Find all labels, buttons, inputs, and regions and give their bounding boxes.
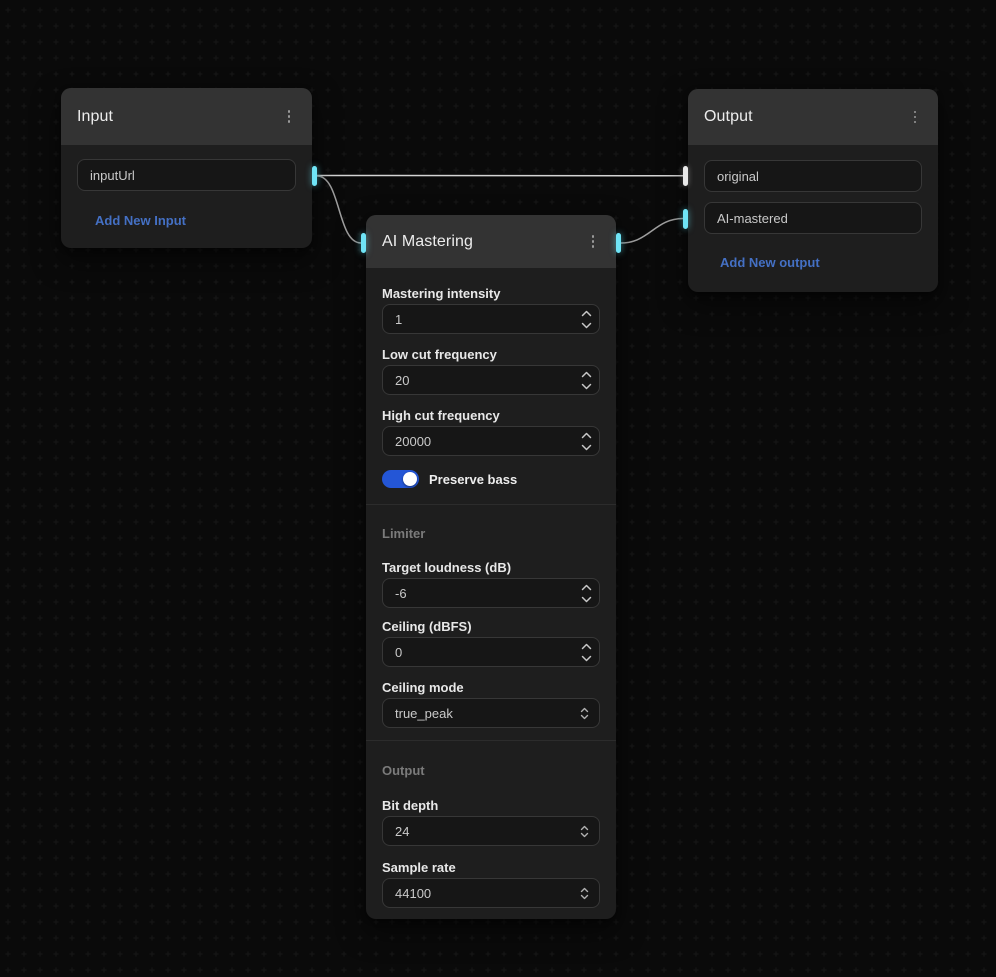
input-node-menu-icon[interactable] (282, 108, 296, 126)
edge-ai-mastering-to-output-mastered[interactable] (621, 219, 683, 244)
high-cut-frequency-label: High cut frequency (382, 408, 600, 424)
ceiling-label: Ceiling (dBFS) (382, 619, 600, 635)
target-loudness-decrement-icon[interactable] (579, 594, 593, 604)
target-loudness-label: Target loudness (dB) (382, 560, 600, 576)
kebab-dot (288, 110, 291, 113)
ai-mastering-input-port[interactable] (361, 233, 366, 253)
preserve-bass-label: Preserve bass (429, 472, 517, 487)
low-cut-decrement-icon[interactable] (579, 381, 593, 391)
output-node-menu-icon[interactable] (908, 108, 922, 126)
output-mastered-field[interactable]: AI-mastered (704, 202, 922, 234)
output-original-value: original (717, 169, 759, 184)
ai-mastering-node-title: AI Mastering (382, 233, 473, 251)
sample-rate-value: 44100 (395, 886, 431, 901)
preserve-bass-toggle[interactable] (382, 470, 419, 488)
ceiling-field[interactable]: 0 (382, 637, 600, 667)
ceiling-mode-select[interactable]: true_peak (382, 698, 600, 728)
section-divider (366, 504, 616, 505)
mastering-intensity-decrement-icon[interactable] (579, 320, 593, 330)
kebab-dot (288, 120, 291, 123)
kebab-dot (592, 240, 595, 243)
output-mastered-input-port[interactable] (683, 209, 688, 229)
mastering-intensity-increment-icon[interactable] (579, 308, 593, 318)
kebab-dot (914, 121, 917, 124)
ceiling-value: 0 (395, 645, 402, 660)
bit-depth-select-chevrons-icon (579, 824, 589, 838)
output-node[interactable]: Output original AI-mastered Add New outp… (688, 89, 938, 292)
mastering-intensity-field[interactable]: 1 (382, 304, 600, 334)
ai-mastering-output-port[interactable] (616, 233, 621, 253)
output-node-title: Output (704, 108, 753, 126)
input-node[interactable]: Input inputUrl Add New Input (61, 88, 312, 248)
high-cut-frequency-field[interactable]: 20000 (382, 426, 600, 456)
kebab-dot (914, 116, 917, 119)
target-loudness-field[interactable]: -6 (382, 578, 600, 608)
bit-depth-value: 24 (395, 824, 409, 839)
low-cut-frequency-field[interactable]: 20 (382, 365, 600, 395)
low-cut-increment-icon[interactable] (579, 369, 593, 379)
low-cut-frequency-value: 20 (395, 373, 409, 388)
input-node-header[interactable]: Input (61, 88, 312, 145)
ceiling-mode-label: Ceiling mode (382, 680, 600, 696)
output-mastered-value: AI-mastered (717, 211, 788, 226)
output-section-title: Output (382, 763, 600, 779)
input-node-title: Input (77, 108, 113, 126)
bit-depth-select[interactable]: 24 (382, 816, 600, 846)
output-original-input-port[interactable] (683, 166, 688, 186)
kebab-dot (592, 235, 595, 238)
kebab-dot (288, 115, 291, 118)
sample-rate-select-chevrons-icon (579, 886, 589, 900)
high-cut-increment-icon[interactable] (579, 430, 593, 440)
input-output-port[interactable] (312, 166, 317, 186)
output-original-field[interactable]: original (704, 160, 922, 192)
ceiling-mode-select-chevrons-icon (579, 706, 589, 720)
ai-mastering-node-header[interactable]: AI Mastering (366, 215, 616, 268)
target-loudness-value: -6 (395, 586, 407, 601)
kebab-dot (592, 245, 595, 248)
ceiling-decrement-icon[interactable] (579, 653, 593, 663)
section-divider (366, 740, 616, 741)
kebab-dot (914, 111, 917, 114)
sample-rate-label: Sample rate (382, 860, 600, 876)
high-cut-decrement-icon[interactable] (579, 442, 593, 452)
node-editor-canvas[interactable]: Input inputUrl Add New Input AI Masterin… (0, 0, 996, 977)
mastering-intensity-value: 1 (395, 312, 402, 327)
ceiling-increment-icon[interactable] (579, 641, 593, 651)
target-loudness-increment-icon[interactable] (579, 582, 593, 592)
edge-input-to-ai-mastering[interactable] (317, 176, 361, 243)
sample-rate-select[interactable]: 44100 (382, 878, 600, 908)
output-node-header[interactable]: Output (688, 89, 938, 145)
preserve-bass-toggle-knob (403, 472, 417, 486)
ai-mastering-node-menu-icon[interactable] (586, 233, 600, 251)
ai-mastering-node[interactable]: AI Mastering Mastering intensity 1 Low c… (366, 215, 616, 919)
input-url-value: inputUrl (90, 168, 135, 183)
low-cut-frequency-label: Low cut frequency (382, 347, 600, 363)
high-cut-frequency-value: 20000 (395, 434, 431, 449)
add-new-output-link[interactable]: Add New output (720, 255, 820, 271)
bit-depth-label: Bit depth (382, 798, 600, 814)
add-new-input-link[interactable]: Add New Input (95, 213, 186, 229)
limiter-section-title: Limiter (382, 526, 600, 542)
input-url-field[interactable]: inputUrl (77, 159, 296, 191)
ceiling-mode-value: true_peak (395, 706, 453, 721)
mastering-intensity-label: Mastering intensity (382, 286, 600, 302)
